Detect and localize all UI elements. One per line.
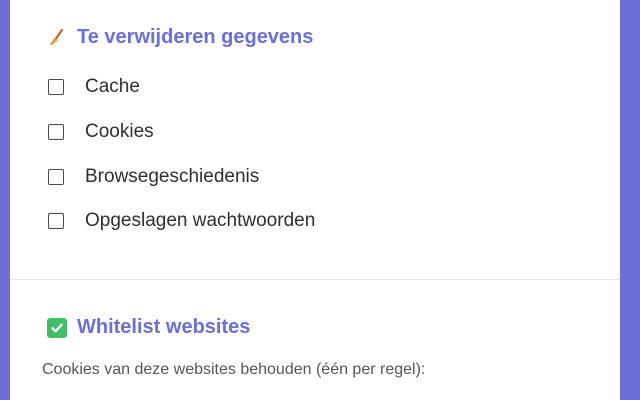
option-browsing-history-label: Browsegeschiedenis	[85, 166, 260, 187]
option-saved-passwords-label: Opgeslagen wachtwoorden	[85, 210, 316, 231]
whitelist-description: Cookies van deze websites behouden (één …	[42, 361, 426, 378]
check-mark-button-icon	[46, 317, 68, 339]
option-cache[interactable]: Cache	[48, 76, 140, 98]
cookies-checkbox[interactable]	[48, 124, 64, 140]
remove-data-title: Te verwijderen gegevens	[46, 26, 313, 49]
option-browsing-history[interactable]: Browsegeschiedenis	[48, 166, 259, 188]
whitelist-title-text: Whitelist websites	[77, 316, 251, 338]
option-cache-label: Cache	[85, 76, 140, 97]
option-saved-passwords[interactable]: Opgeslagen wachtwoorden	[48, 210, 315, 232]
broom-icon	[46, 27, 68, 49]
saved-passwords-checkbox[interactable]	[48, 213, 64, 229]
remove-data-title-text: Te verwijderen gegevens	[77, 26, 314, 48]
browsing-history-checkbox[interactable]	[48, 169, 64, 185]
option-cookies[interactable]: Cookies	[48, 121, 154, 143]
whitelist-title: Whitelist websites	[46, 316, 250, 339]
settings-panel: Te verwijderen gegevens Cache Cookies Br…	[10, 0, 620, 400]
cache-checkbox[interactable]	[48, 79, 64, 95]
section-divider	[10, 279, 620, 280]
option-cookies-label: Cookies	[85, 121, 154, 142]
